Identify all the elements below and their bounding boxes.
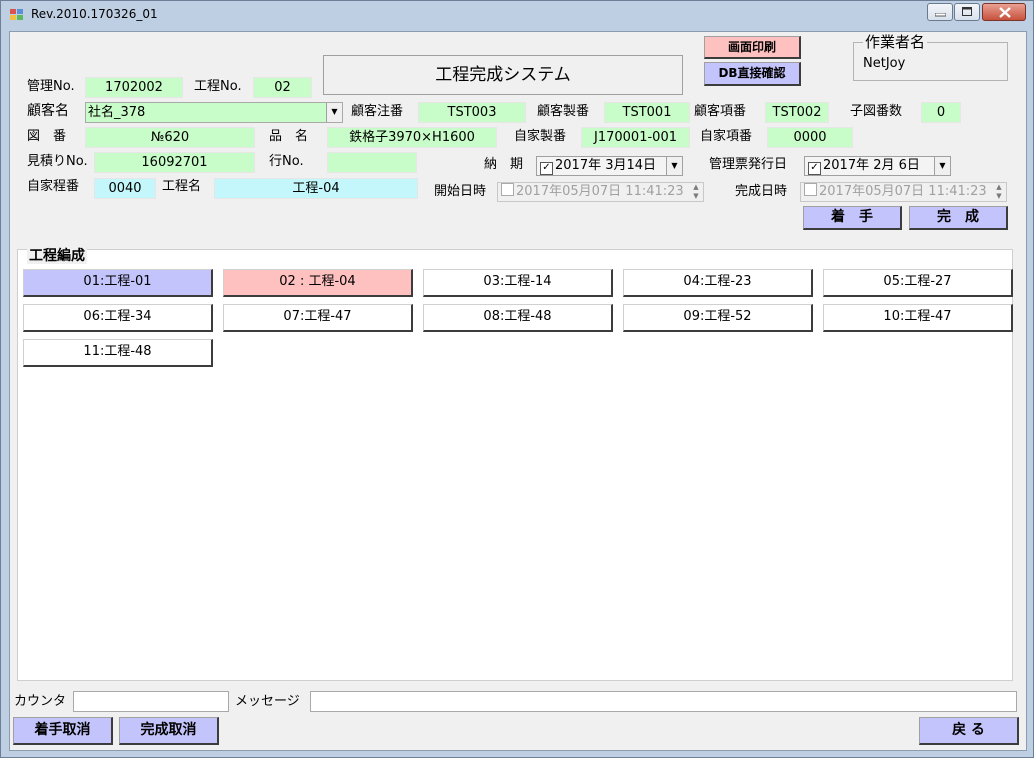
process-button-01[interactable]: 01:工程-01 [23,269,213,297]
chevron-down-icon[interactable]: ▼ [934,157,950,175]
line-no-field[interactable] [327,152,417,173]
cancel-complete-button[interactable]: 完成取消 [119,717,219,745]
db-direct-check-button[interactable]: DB直接確認 [704,62,801,86]
drawing-no-field[interactable]: №620 [85,127,255,148]
process-button-09[interactable]: 09:工程-52 [623,304,813,332]
back-button[interactable]: 戻 る [919,717,1019,745]
process-name-field[interactable]: 工程-04 [214,178,418,199]
estimate-no-label: 見積りNo. [27,154,88,169]
minimize-button[interactable] [927,3,953,21]
customer-label: 顧客名 [27,103,69,119]
delivery-date-checkbox[interactable]: ✓ [540,162,553,175]
cust-item-label: 顧客項番 [694,104,747,119]
complete-button[interactable]: 完 成 [909,206,1008,230]
line-no-label: 行No. [269,154,304,169]
own-product-label: 自家製番 [514,129,567,144]
end-datetime-label: 完成日時 [735,184,788,199]
cancel-start-button[interactable]: 着手取消 [13,717,113,745]
process-button-03[interactable]: 03:工程-14 [423,269,613,297]
counter-field[interactable] [73,691,229,712]
own-product-field[interactable]: J170001-001 [581,127,690,148]
cust-order-field[interactable]: TST003 [418,102,526,123]
process-button-05[interactable]: 05:工程-27 [823,269,1013,297]
message-field[interactable] [310,691,1017,712]
chevron-down-icon[interactable]: ▼ [326,103,342,122]
koutei-no-label: 工程No. [194,79,242,94]
title-bar: Rev.2010.170326_01 [1,1,1034,29]
end-datetime-picker[interactable]: 2017年05月07日 11:41:23 ▲ ▼ [800,182,1007,202]
start-work-button[interactable]: 着 手 [803,206,902,230]
ticket-date-checkbox[interactable]: ✓ [808,162,821,175]
worker-label: 作業者名 [863,33,928,51]
spinner-icon[interactable]: ▲ ▼ [992,183,1006,201]
delivery-date-picker[interactable]: ✓ 2017年 3月14日 ▼ [536,156,683,176]
process-button-10[interactable]: 10:工程-47 [823,304,1013,332]
child-count-label: 子図番数 [850,104,903,119]
close-icon [999,7,1011,18]
print-screen-button[interactable]: 画面印刷 [704,36,801,59]
process-button-04[interactable]: 04:工程-23 [623,269,813,297]
app-window: Rev.2010.170326_01 管理No. 1702002 工程No. 0… [0,0,1034,758]
ticket-date-label: 管理票発行日 [709,157,788,172]
kanri-no-field[interactable]: 1702002 [85,77,183,98]
delivery-date-value: 2017年 3月14日 [555,158,657,173]
minimize-icon [935,13,946,17]
message-label: メッセージ [235,694,300,709]
estimate-no-field[interactable]: 16092701 [94,152,255,173]
end-datetime-checkbox[interactable] [804,183,817,196]
maximize-button[interactable] [954,3,980,21]
ticket-date-picker[interactable]: ✓ 2017年 2月 6日 ▼ [804,156,951,176]
cust-product-field[interactable]: TST001 [604,102,690,123]
start-datetime-value: 2017年05月07日 11:41:23 [516,184,684,199]
start-datetime-picker[interactable]: 2017年05月07日 11:41:23 ▲ ▼ [497,182,704,202]
product-name-field[interactable]: 鉄格子3970×H1600 [327,127,497,148]
start-datetime-label: 開始日時 [434,184,487,199]
process-button-11[interactable]: 11:工程-48 [23,339,213,367]
process-button-08[interactable]: 08:工程-48 [423,304,613,332]
start-datetime-checkbox[interactable] [501,183,514,196]
cust-product-label: 顧客製番 [537,104,590,119]
process-button-02[interactable]: 02 : 工程-04 [223,269,413,297]
customer-value: 社名_378 [88,105,146,120]
process-name-label: 工程名 [162,179,202,194]
kanri-no-label: 管理No. [27,79,75,94]
counter-label: カウンタ [14,694,67,709]
child-count-field[interactable]: 0 [921,102,961,123]
drawing-no-label: 図 番 [27,129,67,144]
own-process-label: 自家程番 [27,179,80,194]
worker-name: NetJoy [863,56,906,71]
product-name-label: 品 名 [269,129,309,144]
close-button[interactable] [982,3,1026,21]
cust-item-field[interactable]: TST002 [765,102,829,123]
chevron-down-icon[interactable]: ▼ [666,157,682,175]
process-button-07[interactable]: 07:工程-47 [223,304,413,332]
ticket-date-value: 2017年 2月 6日 [823,158,920,173]
own-item-field[interactable]: 0000 [767,127,853,148]
process-button-06[interactable]: 06:工程-34 [23,304,213,332]
window-title: Rev.2010.170326_01 [31,7,158,21]
process-group-legend: 工程編成 [27,248,87,264]
cust-order-label: 顧客注番 [351,104,404,119]
system-title: 工程完成システム [323,55,683,95]
customer-combobox[interactable]: 社名_378 ▼ [85,102,343,123]
delivery-date-label: 納 期 [484,157,524,172]
app-grid-icon [10,9,23,20]
koutei-no-field[interactable]: 02 [253,77,312,98]
own-item-label: 自家項番 [700,129,753,144]
end-datetime-value: 2017年05月07日 11:41:23 [819,184,987,199]
maximize-icon [962,7,972,16]
spinner-icon[interactable]: ▲ ▼ [689,183,703,201]
own-process-field[interactable]: 0040 [94,178,156,199]
